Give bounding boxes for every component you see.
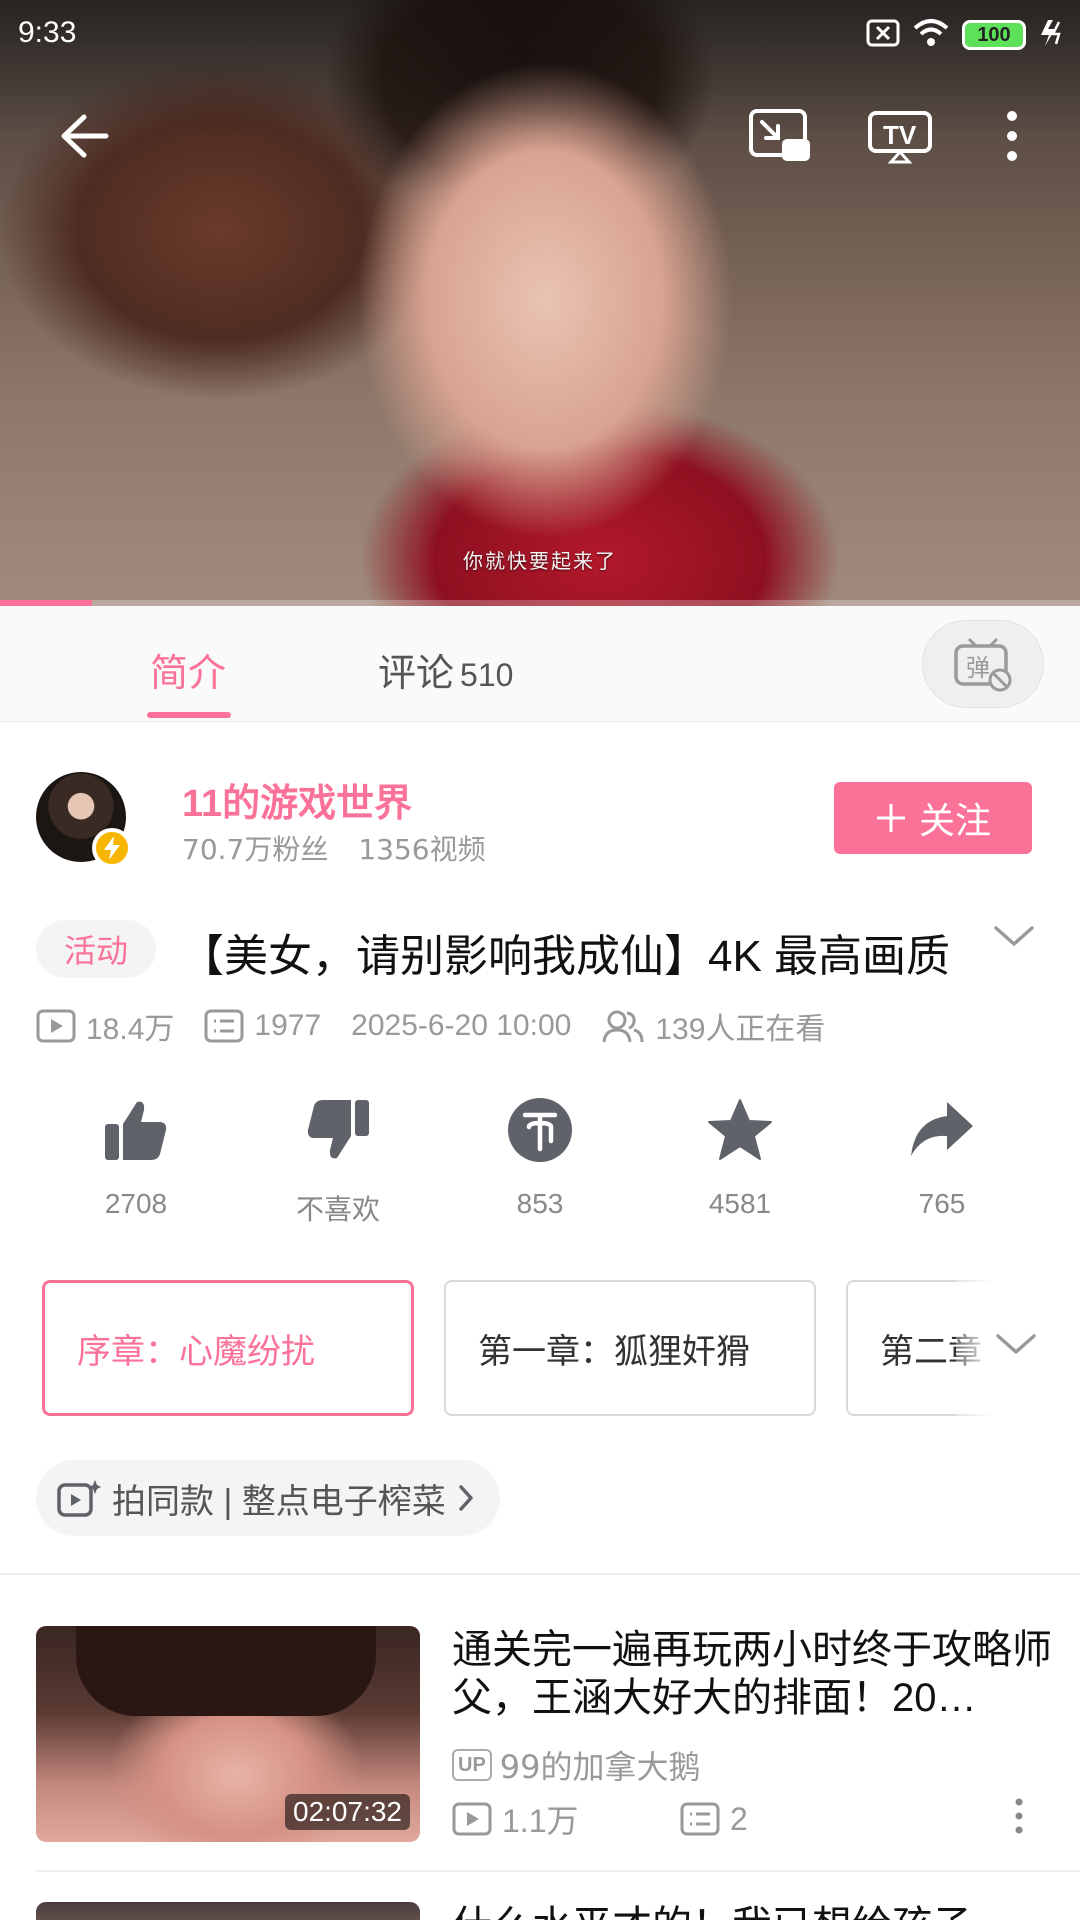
danmaku-glyph: 弹	[966, 654, 990, 682]
recommended-video-item[interactable]: 什么水平才的！我已想给孩子	[0, 1902, 1080, 1920]
plus-icon	[876, 804, 905, 832]
more-vertical-icon	[1007, 111, 1017, 161]
back-button[interactable]	[46, 98, 122, 174]
danmaku-count-value: 1977	[254, 1009, 322, 1042]
video-player[interactable]: 你就快要起来了	[0, 0, 1080, 606]
recommended-title[interactable]: 通关完一遍再玩两小时终于攻略师父，王涵大好大的排面！20…	[452, 1626, 1052, 1722]
share-arrow-icon	[906, 1094, 978, 1166]
dislike-label: 不喜欢	[295, 1194, 380, 1225]
rec-danmaku-value: 2	[730, 1800, 748, 1837]
recommended-more-button[interactable]	[1004, 1796, 1034, 1836]
video-title: 【美女，请别影响我成仙】4K 最高画质	[180, 932, 951, 981]
chevron-down-icon	[994, 926, 1034, 946]
stat-date: 2025-6-20 10:00	[351, 1009, 571, 1043]
danmaku-count-icon	[204, 1009, 244, 1043]
danmaku-count-icon	[680, 1802, 720, 1836]
tab-comments-count: 510	[460, 657, 514, 693]
rec-views-value: 1.1万	[502, 1803, 579, 1839]
recommended-video-item[interactable]: 02:07:32 通关完一遍再玩两小时终于攻略师父，王涵大好大的排面！20… U…	[0, 1626, 1080, 1842]
dislike-button[interactable]: 不喜欢	[258, 1094, 418, 1228]
danmaku-toggle-button[interactable]: 弹	[922, 620, 1044, 708]
section-divider	[0, 1573, 1080, 1575]
video-duration: 02:07:32	[285, 1794, 410, 1830]
stat-views: 18.4万	[36, 1004, 174, 1048]
more-vertical-icon	[1015, 1798, 1023, 1834]
battery-icon: 100	[962, 20, 1026, 50]
favorite-button[interactable]: 4581	[660, 1094, 820, 1220]
author-name: 99的加拿大鹅	[499, 1748, 701, 1786]
coin-count: 853	[516, 1188, 564, 1219]
camera-sparkle-icon	[57, 1480, 101, 1517]
uploader-fans: 70.7万粉丝	[182, 833, 329, 866]
item-divider	[36, 1870, 1080, 1872]
episodes-expand-button[interactable]	[994, 1330, 1038, 1362]
expand-title-button[interactable]	[992, 922, 1036, 954]
follow-label: 关注	[918, 800, 991, 841]
status-time: 9:33	[18, 16, 77, 49]
play-count-icon	[452, 1802, 492, 1836]
play-count-icon	[36, 1009, 76, 1043]
like-count: 2708	[104, 1188, 168, 1219]
viewers-icon	[602, 1010, 644, 1043]
sim-off-icon	[866, 19, 900, 51]
uploader-meta: 70.7万粉丝 1356视频	[182, 828, 486, 868]
favorite-count: 4581	[708, 1188, 772, 1219]
tv-cast-button[interactable]: TV	[862, 98, 938, 174]
tab-comments[interactable]: 评论 510	[378, 642, 513, 697]
thumbs-down-icon	[302, 1094, 374, 1166]
same-style-button[interactable]: 拍同款 | 整点电子榨菜	[36, 1460, 500, 1536]
status-icons: 100	[866, 18, 1066, 52]
lightning-badge-icon	[92, 828, 132, 868]
recommended-thumbnail[interactable]	[36, 1902, 420, 1920]
same-style-label: 拍同款 | 整点电子榨菜	[112, 1482, 446, 1521]
stat-danmaku: 1977	[204, 1009, 321, 1043]
like-button[interactable]: 2708	[56, 1094, 216, 1220]
video-subtitle: 你就快要起来了	[463, 549, 617, 573]
episode-item-chapter-1[interactable]: 第一章：狐狸奸猾	[444, 1280, 816, 1416]
chevron-right-icon	[458, 1485, 473, 1511]
rec-danmaku: 2	[680, 1801, 748, 1838]
wifi-icon	[912, 18, 950, 52]
coin-button[interactable]: 853	[460, 1094, 620, 1220]
activity-tag[interactable]: 活动	[36, 920, 156, 978]
more-options-button[interactable]	[982, 98, 1042, 174]
recommended-stats: 1.1万 2	[452, 1796, 748, 1842]
episode-item-prologue[interactable]: 序章：心魔纷扰	[42, 1280, 414, 1416]
picture-in-picture-button[interactable]	[742, 98, 818, 174]
picture-in-picture-icon	[749, 109, 810, 161]
action-bar: 2708 不喜欢 853 4581 765	[0, 1094, 1080, 1225]
recommended-thumbnail[interactable]: 02:07:32	[36, 1626, 420, 1842]
stat-watching: 139人正在看	[601, 1004, 825, 1048]
publish-date: 2025-6-20 10:00	[351, 1009, 572, 1042]
uploader-name[interactable]: 11的游戏世界	[182, 772, 412, 827]
uploader-video-count: 1356视频	[358, 833, 486, 866]
svg-text:TV: TV	[883, 120, 917, 150]
thumbnail-art	[76, 1626, 376, 1716]
thumbs-up-icon	[100, 1094, 172, 1166]
watching-value: 139人正在看	[655, 1013, 826, 1046]
star-icon	[704, 1094, 776, 1166]
video-top-shade	[0, 0, 1080, 606]
back-arrow-icon	[61, 114, 109, 158]
tab-comments-label: 评论	[378, 653, 455, 695]
share-count: 765	[918, 1188, 966, 1219]
charging-icon	[1038, 18, 1066, 52]
coin-icon	[504, 1094, 576, 1166]
share-button[interactable]: 765	[862, 1094, 1022, 1220]
tv-cast-icon: TV	[868, 111, 932, 164]
recommended-title[interactable]: 什么水平才的！我已想给孩子	[452, 1902, 972, 1920]
status-bar: 9:33 100	[0, 0, 1080, 70]
video-stats: 18.4万 1977 2025-6-20 10:00 139人正在看	[36, 1004, 855, 1048]
views-value: 18.4万	[86, 1013, 175, 1046]
tab-active-indicator	[147, 712, 231, 718]
chevron-down-icon	[996, 1334, 1036, 1354]
danmaku-off-icon: 弹	[954, 638, 1012, 692]
up-badge-icon: UP	[452, 1749, 492, 1781]
tab-intro[interactable]: 简介	[150, 642, 226, 697]
recommended-author[interactable]: UP 99的加拿大鹅	[452, 1742, 701, 1788]
episode-list: 序章：心魔纷扰 第一章：狐狸奸猾 第二章	[0, 1280, 1080, 1418]
rec-views: 1.1万	[452, 1796, 680, 1842]
follow-button[interactable]: 关注	[834, 782, 1032, 854]
tab-bar: 简介 评论 510	[0, 606, 1080, 722]
